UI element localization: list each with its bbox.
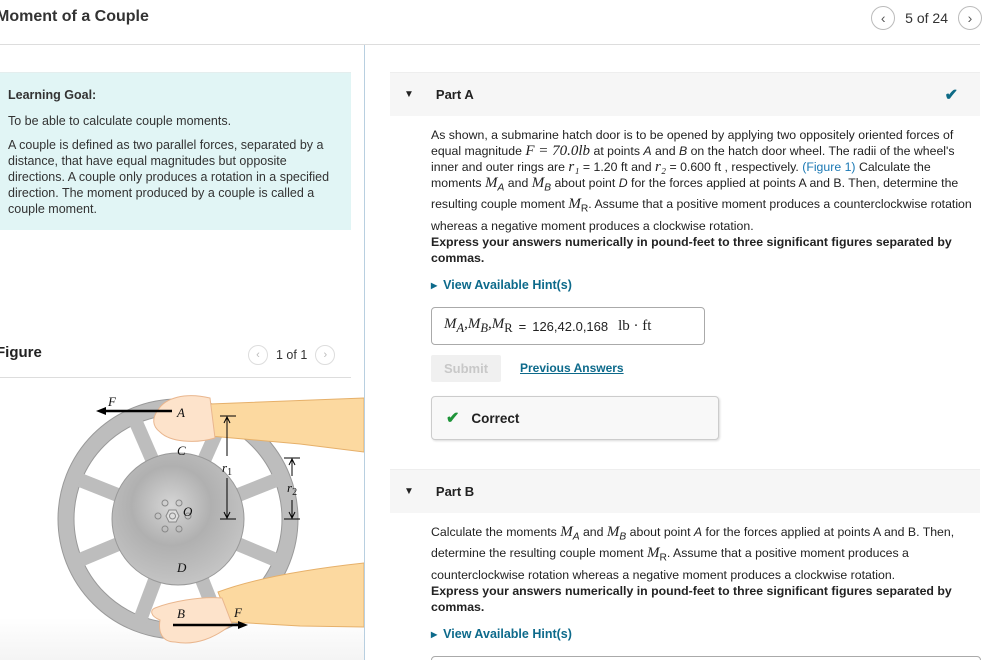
answer-variables: MA,MB,MR [444, 316, 513, 335]
chevron-right-icon: › [967, 10, 973, 26]
figure-image[interactable]: F A C O D B F r1 r2 [0, 380, 365, 660]
feedback-correct: ✔ Correct [431, 396, 719, 440]
part-a-hint-toggle[interactable]: ▶ View Available Hint(s) [431, 278, 572, 292]
learning-goal-panel: Learning Goal: To be able to calculate c… [0, 72, 351, 230]
equals-sign: = [518, 318, 527, 334]
completed-check-icon: ✔ [944, 86, 958, 104]
header-divider [0, 44, 980, 45]
bottom-hand [151, 597, 233, 644]
learning-goal-text: To be able to calculate couple moments. [8, 114, 232, 128]
expand-triangle-icon: ▶ [431, 630, 438, 639]
part-a-problem-text: As shown, a submarine hatch door is to b… [431, 128, 972, 233]
expand-triangle-icon: ▶ [431, 281, 438, 290]
answer-value: 126,42.0,168 [532, 318, 609, 334]
collapse-triangle-icon: ▼ [404, 486, 414, 497]
prev-problem-button[interactable]: ‹ [871, 6, 896, 30]
figure-heading: Figure [0, 344, 42, 361]
figure-counter: 1 of 1 [276, 348, 308, 362]
problem-pager: ‹ 5 of 24 › [871, 6, 982, 30]
top-sleeve [209, 397, 365, 453]
page-title: Moment of a Couple [0, 8, 149, 25]
part-b-problem-text: Calculate the moments MA and MB about po… [431, 524, 955, 582]
learning-goal-heading: Learning Goal: [8, 88, 97, 102]
part-b-instructions: Express your answers numerically in poun… [431, 584, 952, 614]
submit-button[interactable]: Submit [431, 355, 501, 382]
next-problem-button[interactable]: › [958, 6, 982, 30]
center-o-label: O [183, 504, 193, 519]
force-label-top: F [107, 394, 117, 409]
part-b-title: Part B [435, 484, 475, 499]
figure-1-link[interactable]: (Figure 1) [802, 160, 855, 174]
feedback-text: Correct [471, 410, 520, 426]
chevron-left-icon: ‹ [880, 10, 886, 26]
force-label-bottom: F [233, 605, 243, 620]
hatch-wheel-diagram: F A C O D B F r1 r2 [57, 394, 365, 644]
couple-definition-text: A couple is defined as two parallel forc… [8, 138, 330, 216]
problem-counter: 5 of 24 [905, 10, 948, 26]
prev-figure-button[interactable]: ‹ [248, 345, 268, 365]
figure-divider [0, 377, 351, 378]
point-d-label: D [176, 560, 187, 575]
part-b-header[interactable]: ▼ Part B [390, 469, 980, 513]
figure-pager: ‹ 1 of 1 › [248, 345, 336, 365]
chevron-right-icon: › [323, 349, 328, 361]
part-b-answer-field[interactable] [431, 656, 981, 660]
part-a-title: Part A [435, 87, 474, 102]
point-b-label: B [177, 606, 185, 621]
pane-divider[interactable] [364, 45, 365, 660]
part-a-instructions: Express your answers numerically in poun… [431, 235, 952, 265]
point-c-label: C [177, 443, 186, 458]
chevron-left-icon: ‹ [256, 349, 260, 361]
answer-unit: lb · ft [618, 317, 652, 334]
part-a-header[interactable]: ▼ Part A ✔ [390, 72, 980, 116]
part-b-hint-toggle[interactable]: ▶ View Available Hint(s) [431, 627, 572, 641]
point-a-label: A [176, 405, 185, 420]
collapse-triangle-icon: ▼ [404, 89, 414, 100]
previous-answers-link[interactable]: Previous Answers [520, 361, 624, 375]
part-a-answer-field[interactable]: MA,MB,MR = 126,42.0,168 lb · ft [431, 307, 705, 345]
next-figure-button[interactable]: › [315, 345, 336, 365]
green-check-icon: ✔ [446, 410, 460, 427]
